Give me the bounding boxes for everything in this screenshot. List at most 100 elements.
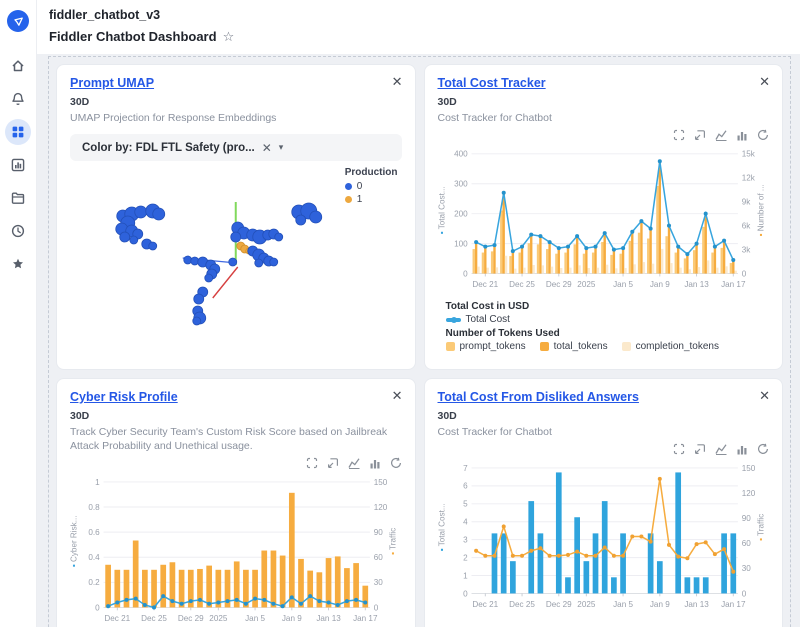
svg-text:2025: 2025: [577, 600, 596, 609]
umap-plot[interactable]: Production 0 1: [70, 165, 402, 366]
svg-text:▪ Total Cost...: ▪ Total Cost...: [438, 504, 447, 552]
legend-title: Production: [345, 167, 398, 178]
svg-text:6: 6: [463, 482, 468, 491]
bar-chart-icon: [10, 157, 26, 173]
svg-text:0.6: 0.6: [88, 528, 100, 537]
close-icon[interactable]: ✕: [392, 389, 403, 402]
close-icon[interactable]: ✕: [759, 389, 770, 402]
bar-chart-icon[interactable]: [736, 443, 748, 455]
legend-marker-icon: [446, 318, 461, 322]
color-by-dropdown[interactable]: Color by: FDL FTL Safety (pro... ✕ ▾: [70, 134, 402, 161]
sidebar-item-projects[interactable]: [5, 185, 31, 211]
sidebar-item-home[interactable]: [5, 53, 31, 79]
time-range-label: 30D: [438, 96, 770, 108]
dashboard-grid-icon: [10, 124, 26, 140]
svg-text:Dec 25: Dec 25: [509, 600, 535, 609]
zoom-reset-icon[interactable]: [694, 443, 706, 455]
sidebar-item-history[interactable]: [5, 218, 31, 244]
svg-text:150: 150: [741, 464, 755, 473]
dashboard-content: Prompt UMAP ✕ 30D UMAP Projection for Re…: [37, 54, 800, 627]
legend-item-0[interactable]: 0: [345, 181, 398, 192]
svg-text:Dec 29: Dec 29: [545, 280, 571, 289]
zoom-reset-icon[interactable]: [694, 129, 706, 141]
time-range-label: 30D: [70, 96, 402, 108]
svg-text:▪ Traffic: ▪ Traffic: [389, 528, 398, 555]
disliked-cost-chart[interactable]: 012345670306090120150Dec 21Dec 25Dec 292…: [438, 457, 770, 613]
page-title: Fiddler Chatbot Dashboard: [49, 29, 217, 44]
svg-text:3k: 3k: [741, 246, 751, 255]
svg-text:Jan 13: Jan 13: [684, 600, 709, 609]
svg-text:Jan 5: Jan 5: [245, 614, 265, 623]
time-range-label: 30D: [70, 410, 402, 422]
cost-tracker-chart[interactable]: 010020030040003k6k9k12k15kDec 21Dec 25De…: [438, 143, 770, 293]
svg-text:Jan 5: Jan 5: [613, 600, 633, 609]
restore-icon[interactable]: [757, 129, 769, 141]
svg-text:2025: 2025: [209, 614, 228, 623]
legend-item-prompt_tokens[interactable]: prompt_tokens: [446, 341, 526, 352]
svg-text:Dec 21: Dec 21: [472, 280, 498, 289]
svg-text:Dec 29: Dec 29: [545, 600, 571, 609]
panel-cyber-risk: Cyber Risk Profile ✕ 30D Track Cyber Sec…: [56, 378, 416, 627]
legend-item-1[interactable]: 1: [345, 194, 398, 205]
zoom-box-icon[interactable]: [306, 457, 318, 469]
svg-text:120: 120: [374, 503, 388, 512]
bell-icon: [10, 91, 26, 107]
panel-title-link[interactable]: Prompt UMAP: [70, 76, 402, 90]
legend-item-total-cost[interactable]: Total Cost: [446, 314, 510, 325]
svg-text:Jan 17: Jan 17: [721, 600, 746, 609]
restore-icon[interactable]: [390, 457, 402, 469]
clock-icon: [10, 223, 26, 239]
sidebar-item-dashboards[interactable]: [5, 119, 31, 145]
bar-chart-icon[interactable]: [369, 457, 381, 469]
svg-text:7: 7: [463, 464, 468, 473]
line-chart-icon[interactable]: [715, 443, 727, 455]
sidebar-item-charts[interactable]: [5, 152, 31, 178]
legend-item-completion_tokens[interactable]: completion_tokens: [622, 341, 719, 352]
sidebar-item-alerts[interactable]: [5, 86, 31, 112]
svg-text:0: 0: [741, 270, 746, 279]
svg-text:0: 0: [463, 270, 468, 279]
sidebar-item-favorites[interactable]: [5, 251, 31, 277]
project-name[interactable]: fiddler_chatbot_v3: [49, 8, 788, 22]
fiddler-logo-icon[interactable]: [7, 10, 29, 32]
line-chart-icon[interactable]: [348, 457, 360, 469]
svg-text:9k: 9k: [741, 198, 751, 207]
panel-title-link[interactable]: Total Cost Tracker: [438, 76, 770, 90]
sidebar: [0, 0, 37, 627]
panel-title-link[interactable]: Cyber Risk Profile: [70, 390, 402, 404]
svg-text:Jan 5: Jan 5: [613, 280, 633, 289]
svg-text:▪ Traffic: ▪ Traffic: [756, 514, 765, 541]
svg-text:0: 0: [463, 589, 468, 598]
line-chart-icon[interactable]: [715, 129, 727, 141]
svg-text:Dec 25: Dec 25: [141, 614, 167, 623]
chevron-down-icon[interactable]: ▾: [279, 142, 284, 153]
svg-text:0: 0: [95, 604, 100, 613]
panel-title-link[interactable]: Total Cost From Disliked Answers: [438, 390, 770, 404]
zoom-reset-icon[interactable]: [327, 457, 339, 469]
cyber-risk-chart[interactable]: 00.20.40.60.810306090120150Dec 21Dec 25D…: [70, 471, 402, 627]
svg-text:5: 5: [463, 500, 468, 509]
header: fiddler_chatbot_v3 Fiddler Chatbot Dashb…: [37, 0, 800, 54]
svg-text:60: 60: [741, 539, 751, 548]
close-icon[interactable]: ✕: [392, 75, 403, 88]
svg-text:▪ Number of ...: ▪ Number of ...: [756, 184, 765, 236]
close-icon[interactable]: ✕: [759, 75, 770, 88]
bar-chart-icon[interactable]: [736, 129, 748, 141]
svg-text:300: 300: [454, 180, 468, 189]
main-area: fiddler_chatbot_v3 Fiddler Chatbot Dashb…: [37, 0, 800, 627]
svg-text:▪ Cyber Risk...: ▪ Cyber Risk...: [70, 516, 79, 568]
svg-text:Jan 17: Jan 17: [721, 280, 746, 289]
legend-item-total_tokens[interactable]: total_tokens: [540, 341, 608, 352]
svg-text:Jan 9: Jan 9: [282, 614, 302, 623]
star-outline-icon[interactable]: ☆: [223, 30, 235, 43]
zoom-box-icon[interactable]: [673, 443, 685, 455]
panel-description: UMAP Projection for Response Embeddings: [70, 111, 402, 125]
clear-icon[interactable]: ✕: [262, 141, 272, 155]
svg-text:3: 3: [463, 536, 468, 545]
svg-text:Jan 13: Jan 13: [316, 614, 341, 623]
svg-text:2: 2: [463, 554, 468, 563]
restore-icon[interactable]: [757, 443, 769, 455]
zoom-box-icon[interactable]: [673, 129, 685, 141]
svg-text:Dec 21: Dec 21: [104, 614, 130, 623]
svg-text:60: 60: [374, 553, 384, 562]
